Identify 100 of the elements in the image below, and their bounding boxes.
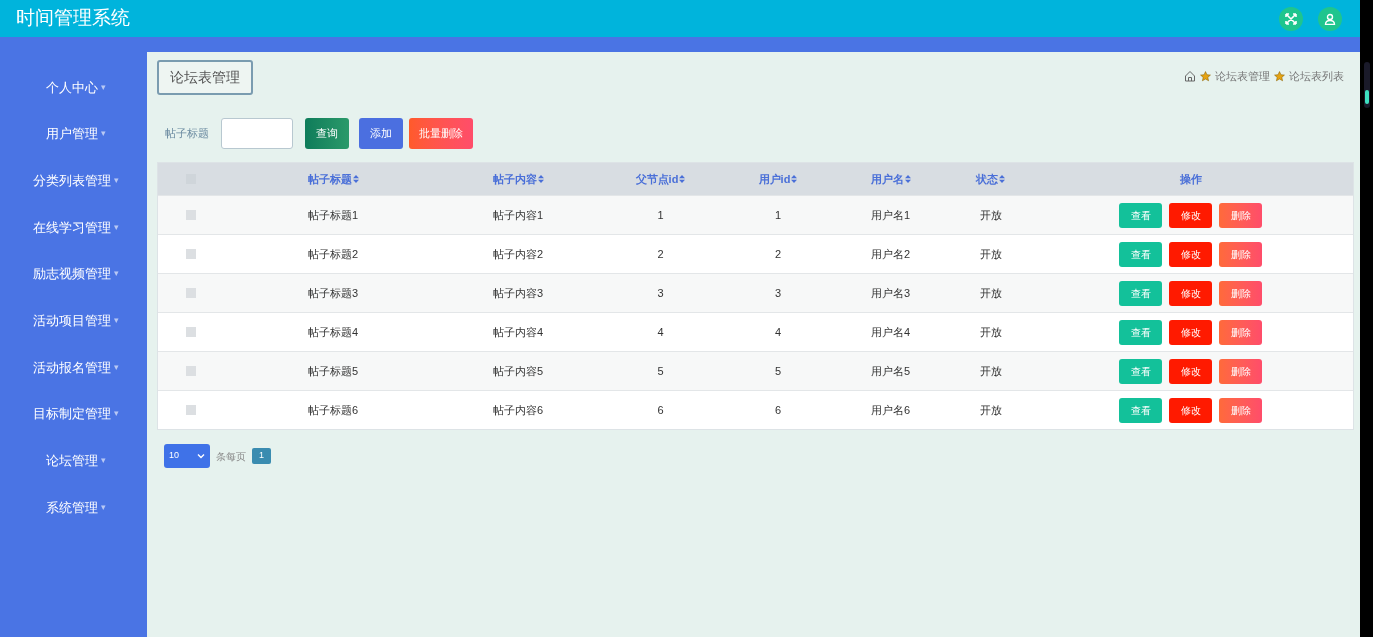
column-header[interactable]: 用户名: [870, 170, 904, 188]
delete-button[interactable]: 删除: [1219, 280, 1262, 306]
view-button[interactable]: 查看: [1119, 358, 1162, 384]
table-cell-text: 开放: [979, 324, 1002, 340]
sidebar-item[interactable]: 论坛管理 ▾: [5, 437, 147, 485]
table-cell-text: 用户名4: [870, 324, 911, 340]
delete-button[interactable]: 删除: [1219, 202, 1262, 228]
edit-button[interactable]: 修改: [1169, 358, 1212, 384]
chevron-down-icon: [197, 453, 205, 459]
sidebar-item[interactable]: 在线学习管理 ▾: [5, 204, 147, 251]
table-cell-text: 帖子内容4: [492, 324, 544, 340]
column-header[interactable]: 帖子标题: [307, 170, 352, 188]
app-title: 时间管理系统: [16, 6, 130, 31]
table-cell-text: 帖子标题3: [307, 285, 359, 301]
delete-button[interactable]: 批量删除: [409, 118, 473, 149]
table-cell-text: 开放: [979, 402, 1002, 418]
sidebar-item[interactable]: 分类列表管理 ▾: [5, 157, 147, 205]
table-cell-text: 4: [657, 324, 664, 340]
row-checkbox[interactable]: [185, 366, 196, 376]
star-icon: [1274, 70, 1285, 82]
table-cell-text: 开放: [979, 285, 1002, 301]
edit-button[interactable]: 修改: [1169, 202, 1212, 228]
column-header[interactable]: 帖子内容: [492, 170, 537, 188]
sort-icon[interactable]: [679, 175, 686, 183]
row-checkbox[interactable]: [185, 327, 196, 337]
sidebar-item[interactable]: 活动项目管理 ▾: [5, 297, 147, 345]
row-checkbox[interactable]: [185, 249, 196, 259]
view-button[interactable]: 查看: [1119, 397, 1162, 423]
view-button[interactable]: 查看: [1119, 280, 1162, 306]
page-title: 论坛表管理: [157, 60, 253, 95]
table-cell-text: 用户名5: [870, 363, 911, 379]
table-cell-text: 2: [657, 246, 664, 262]
table-cell-text: 帖子内容5: [492, 363, 544, 379]
edit-button[interactable]: 修改: [1169, 280, 1212, 306]
table-cell-text: 开放: [979, 363, 1002, 379]
sidebar-item[interactable]: 励志视频管理 ▾: [5, 250, 147, 298]
star-icon: [1200, 70, 1211, 82]
table-cell-text: 用户名2: [870, 246, 911, 262]
edit-button[interactable]: 修改: [1169, 397, 1212, 423]
row-checkbox[interactable]: [185, 288, 196, 298]
sort-icon[interactable]: [791, 175, 798, 183]
table-cell-text: 开放: [979, 207, 1002, 223]
table-cell-text: 用户名6: [870, 402, 911, 418]
table-cell-text: 帖子内容2: [492, 246, 544, 262]
column-header[interactable]: 用户id: [758, 170, 791, 188]
breadcrumb-item[interactable]: 论坛表管理: [1215, 68, 1270, 85]
breadcrumb-item[interactable]: 论坛表列表: [1289, 68, 1344, 85]
table-cell-text: 开放: [979, 246, 1002, 262]
page-size-select[interactable]: 10: [164, 444, 210, 468]
edit-button[interactable]: 修改: [1169, 241, 1212, 267]
table-cell-text: 帖子标题2: [307, 246, 359, 262]
sort-icon[interactable]: [352, 175, 359, 183]
delete-button[interactable]: 删除: [1219, 397, 1262, 423]
table-cell-text: 帖子内容1: [492, 207, 544, 223]
page-button[interactable]: 1: [252, 448, 271, 464]
delete-button[interactable]: 删除: [1219, 241, 1262, 267]
table-cell-text: 1: [657, 207, 664, 223]
sort-icon[interactable]: [537, 175, 544, 183]
search-button[interactable]: 查询: [305, 118, 349, 149]
table-cell-text: 3: [657, 285, 664, 301]
table-cell-text: 帖子内容6: [492, 402, 544, 418]
row-checkbox[interactable]: [185, 405, 196, 415]
table-cell-text: 4: [774, 324, 782, 340]
sidebar-item[interactable]: 个人中心 ▾: [5, 64, 147, 111]
table-cell-text: 5: [657, 363, 664, 379]
sidebar-item[interactable]: 系统管理 ▾: [5, 484, 147, 531]
table-cell-text: 帖子标题4: [307, 324, 359, 340]
table-cell-text: 1: [774, 207, 782, 223]
table-cell-text: 帖子内容3: [492, 285, 544, 301]
column-header[interactable]: 操作: [1179, 170, 1202, 188]
view-button[interactable]: 查看: [1119, 202, 1162, 228]
search-field[interactable]: [221, 118, 293, 149]
home-icon[interactable]: [1184, 70, 1196, 83]
scrollbar[interactable]: [1363, 62, 1370, 108]
edit-button[interactable]: 修改: [1169, 319, 1212, 345]
table-cell-text: 3: [774, 285, 782, 301]
user-icon[interactable]: [1318, 6, 1342, 31]
sidebar-item[interactable]: 用户管理 ▾: [5, 110, 147, 158]
page-size-label: 条每页: [216, 449, 246, 464]
column-header[interactable]: 状态: [976, 170, 998, 188]
sidebar-item[interactable]: 目标制定管理 ▾: [5, 390, 147, 438]
table-cell-text: 6: [657, 402, 664, 418]
table-cell-text: 5: [774, 363, 782, 379]
table-cell-text: 用户名1: [870, 207, 911, 223]
table-cell-text: 用户名3: [870, 285, 911, 301]
search-label: 帖子标题: [165, 126, 209, 142]
delete-button[interactable]: 删除: [1219, 358, 1262, 384]
sidebar-item[interactable]: 活动报名管理 ▾: [5, 344, 147, 391]
fullscreen-icon[interactable]: [1279, 6, 1303, 31]
view-button[interactable]: 查看: [1119, 241, 1162, 267]
sort-icon[interactable]: [999, 175, 1005, 183]
delete-button[interactable]: 删除: [1219, 319, 1262, 345]
table-cell-text: 帖子标题5: [307, 363, 359, 379]
row-checkbox[interactable]: [185, 210, 196, 220]
table-cell-text: 帖子标题6: [307, 402, 359, 418]
column-header[interactable]: 父节点id: [635, 170, 679, 188]
table-cell-text: 帖子标题1: [307, 207, 359, 223]
view-button[interactable]: 查看: [1119, 319, 1162, 345]
add-button[interactable]: 添加: [359, 118, 403, 149]
sort-icon[interactable]: [904, 175, 911, 183]
